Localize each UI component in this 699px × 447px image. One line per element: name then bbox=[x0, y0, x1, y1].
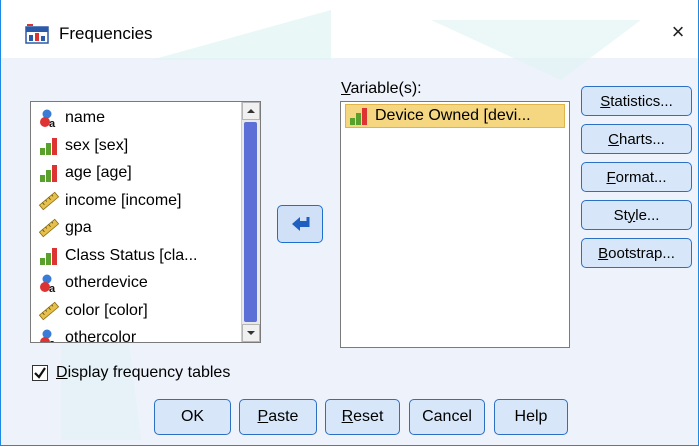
frequencies-dialog: Frequencies × a name sex [sex] age [age] inc… bbox=[0, 0, 699, 446]
source-variable-label: othercolor bbox=[65, 329, 137, 343]
ordinal-bar-icon bbox=[350, 108, 367, 125]
display-frequency-tables-checkbox[interactable] bbox=[32, 365, 48, 381]
help-button[interactable]: Help bbox=[494, 399, 568, 435]
ordinal-bar-icon bbox=[40, 247, 57, 265]
source-variable-item[interactable]: gpa bbox=[38, 217, 92, 239]
nominal-person-icon: a bbox=[40, 329, 56, 343]
statistics-button[interactable]: Statistics... bbox=[581, 86, 692, 116]
source-variable-label: name bbox=[65, 109, 106, 126]
scale-ruler-icon bbox=[38, 191, 60, 210]
style-button[interactable]: St y le... bbox=[581, 200, 692, 230]
format-button[interactable]: Format... bbox=[581, 162, 692, 192]
source-variable-label: otherdevice bbox=[65, 274, 148, 291]
display-frequency-tables-label: Display frequency tables bbox=[56, 364, 231, 381]
move-arrow-icon bbox=[292, 217, 310, 231]
checkmark-icon bbox=[34, 367, 46, 379]
scroll-thumb[interactable] bbox=[244, 122, 257, 322]
ordinal-bar-icon bbox=[40, 165, 57, 182]
nominal-person-icon: a bbox=[40, 274, 56, 293]
source-variable-item[interactable]: a name bbox=[38, 107, 105, 129]
ordinal-bar-icon bbox=[40, 137, 57, 155]
source-variable-label: age [age] bbox=[65, 164, 132, 181]
source-variable-label: sex [sex] bbox=[65, 136, 129, 154]
display-frequency-tables-option[interactable]: Display frequency tables bbox=[32, 364, 230, 382]
source-variable-label: color [color] bbox=[65, 301, 148, 319]
source-variable-item[interactable]: sex [sex] bbox=[38, 135, 128, 157]
svg-text:a: a bbox=[49, 283, 56, 293]
charts-button[interactable]: Charts... bbox=[581, 124, 692, 154]
scroll-up-button[interactable] bbox=[242, 102, 260, 120]
chevron-down-icon bbox=[247, 331, 255, 335]
nominal-person-icon: a bbox=[40, 109, 56, 128]
vertical-scrollbar[interactable] bbox=[241, 102, 260, 342]
source-variable-item[interactable]: age [age] bbox=[38, 162, 132, 184]
variables-label: Variable(s): bbox=[341, 80, 422, 97]
selected-variable-label: Device Owned [devi... bbox=[375, 107, 531, 124]
svg-text:a: a bbox=[49, 118, 56, 128]
close-icon[interactable]: × bbox=[664, 18, 692, 46]
source-variable-item[interactable]: a othercolor bbox=[38, 327, 137, 343]
scroll-down-button[interactable] bbox=[242, 324, 260, 342]
variables-list[interactable]: Device Owned [devi... bbox=[340, 101, 570, 348]
chevron-up-icon bbox=[247, 109, 255, 113]
source-variable-item[interactable]: Class Status [cla... bbox=[38, 245, 198, 267]
source-variable-label: income [income] bbox=[65, 191, 182, 209]
ok-button[interactable]: OK bbox=[154, 399, 231, 435]
scale-ruler-icon bbox=[38, 218, 60, 238]
bootstrap-button[interactable]: Bootstrap... bbox=[581, 238, 692, 268]
dialog-title: Frequencies bbox=[59, 24, 153, 43]
source-variable-list[interactable]: a name sex [sex] age [age] income [income] gp… bbox=[30, 101, 261, 343]
source-variable-item[interactable]: color [color] bbox=[38, 300, 148, 322]
reset-button[interactable]: Reset bbox=[325, 399, 400, 435]
source-variable-label: Class Status [cla... bbox=[65, 246, 198, 264]
scale-ruler-icon bbox=[38, 301, 60, 320]
svg-text:a: a bbox=[49, 338, 56, 343]
paste-button[interactable]: Paste bbox=[239, 399, 317, 435]
selected-variable-item[interactable]: Device Owned [devi... bbox=[345, 104, 565, 128]
cancel-button[interactable]: Cancel bbox=[409, 399, 485, 435]
source-variable-item[interactable]: income [income] bbox=[38, 190, 182, 212]
source-variable-item[interactable]: a otherdevice bbox=[38, 272, 148, 294]
move-variable-button[interactable] bbox=[277, 205, 323, 243]
title-bar: Frequencies × bbox=[1, 0, 698, 58]
source-variable-label: gpa bbox=[65, 219, 92, 236]
frequencies-app-icon bbox=[25, 24, 49, 44]
